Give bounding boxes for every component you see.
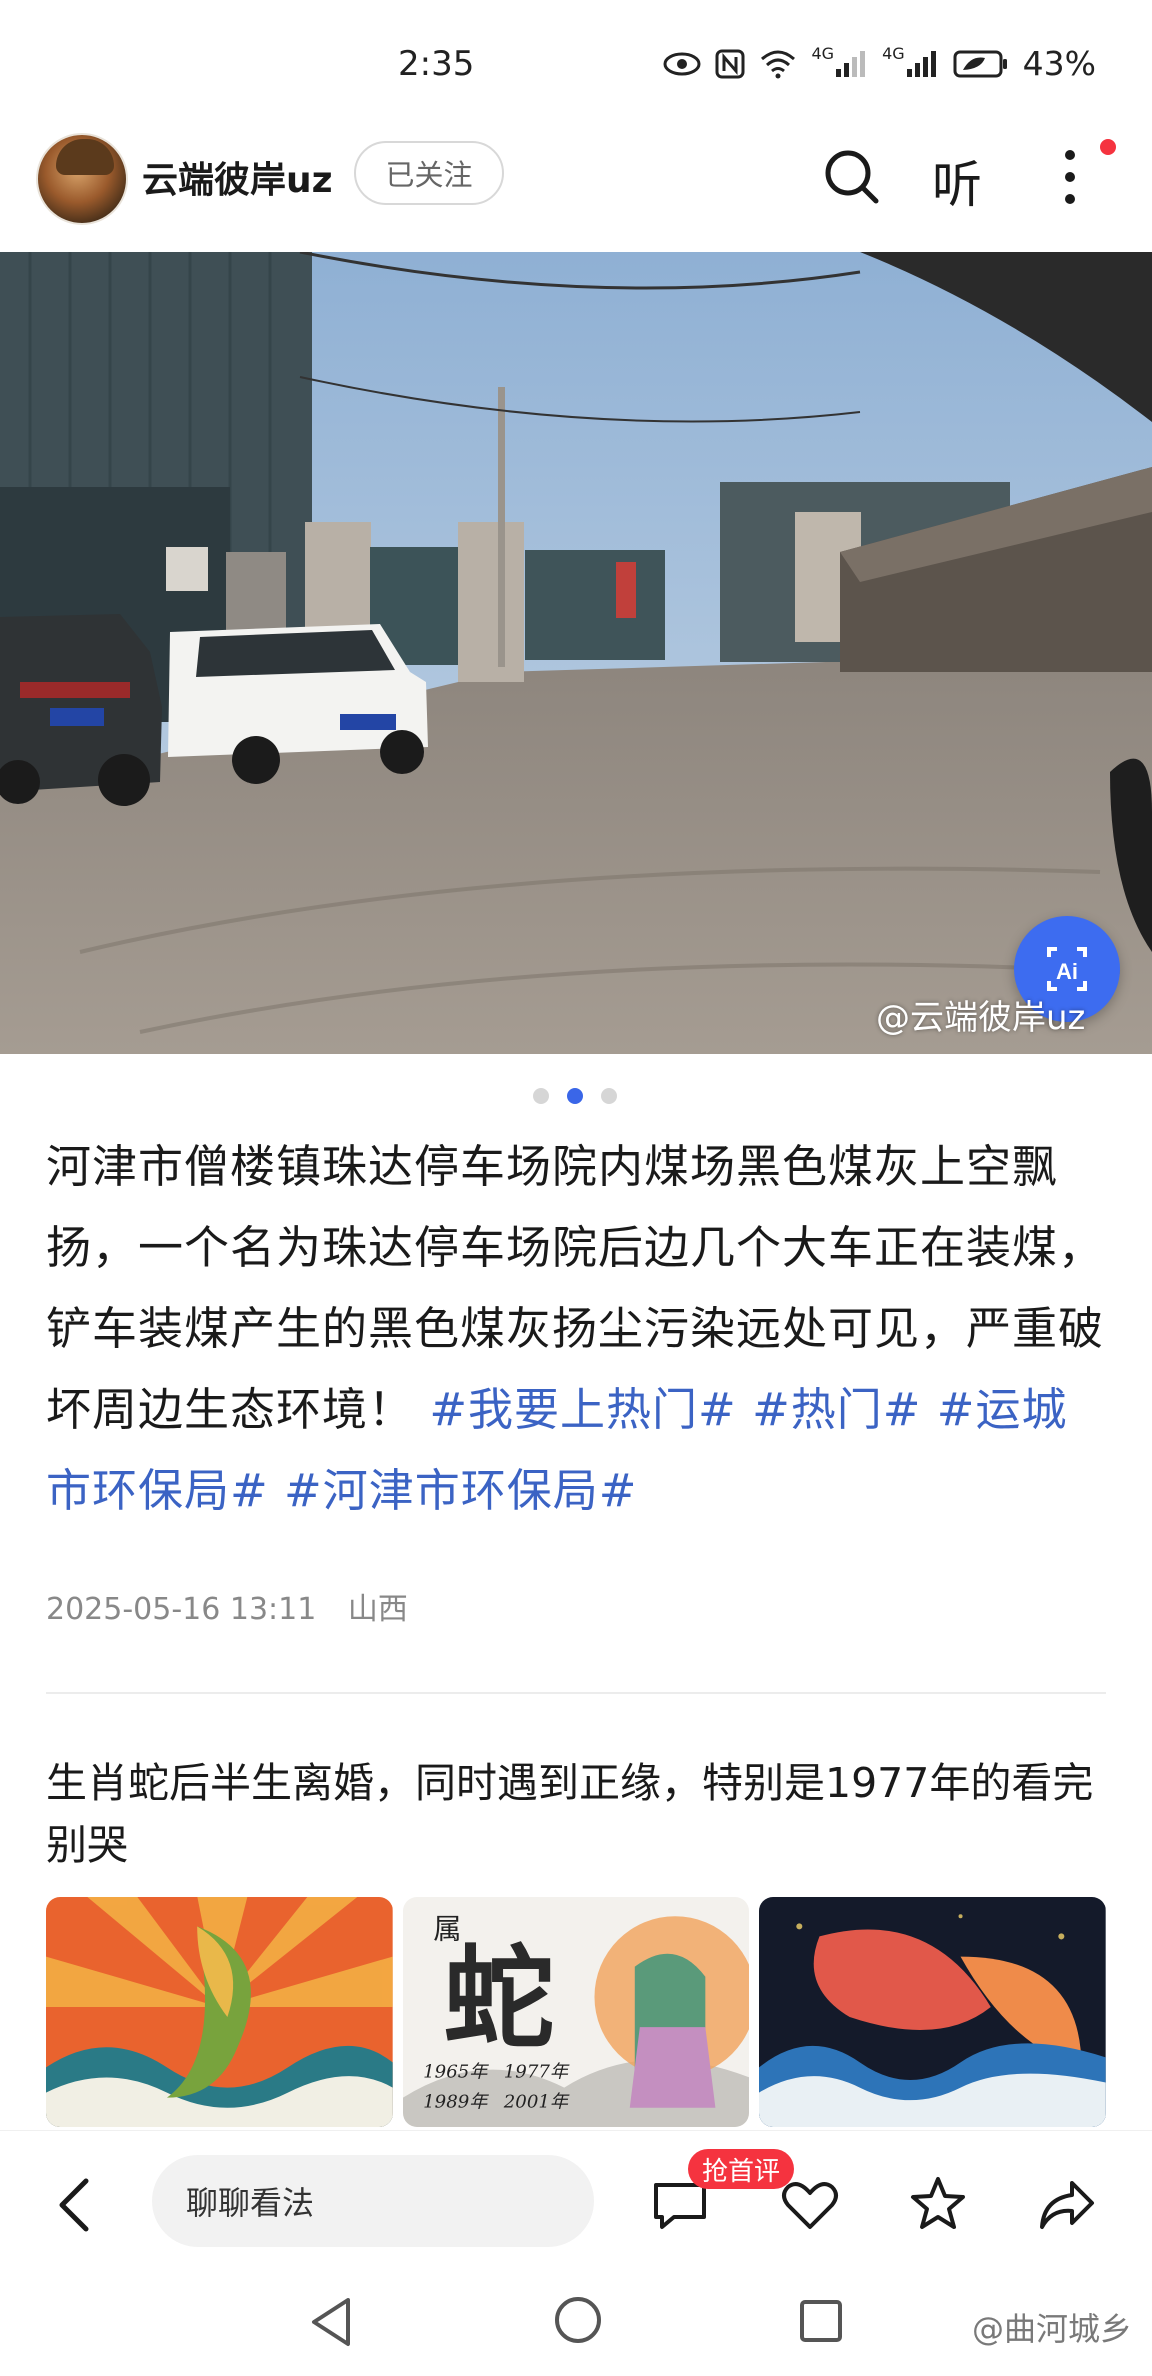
hashtag-link[interactable]: #我要上热门# xyxy=(429,1383,736,1436)
comment-input[interactable]: 聊聊看法 xyxy=(152,2155,594,2247)
nav-recent-apps-icon[interactable] xyxy=(796,2296,846,2350)
hashtag-link[interactable]: #河津市环保局# xyxy=(284,1464,637,1517)
signal-icon: 4G xyxy=(811,44,868,79)
recommended-post-title[interactable]: 生肖蛇后半生离婚，同时遇到正缘，特别是1977年的看完别哭 xyxy=(46,1752,1112,1876)
hashtag-link[interactable]: #热门# xyxy=(752,1383,921,1436)
listen-button[interactable]: 听 xyxy=(932,145,982,217)
post-header: 云端彼岸uz 已关注 听 xyxy=(0,125,1152,250)
more-icon[interactable] xyxy=(1058,147,1082,207)
rec-image-year: 1977年 xyxy=(503,2062,569,2083)
share-icon[interactable] xyxy=(1034,2173,1098,2237)
status-icons: 4G 4G 43% xyxy=(663,44,1096,83)
network-type-2: 4G xyxy=(882,44,905,63)
nav-back-icon[interactable] xyxy=(306,2292,356,2356)
rec-image-char-big: 蛇 xyxy=(443,1934,554,2064)
bottom-action-bar: 聊聊看法 抢首评 xyxy=(0,2130,1152,2270)
like-icon[interactable] xyxy=(778,2173,842,2237)
username[interactable]: 云端彼岸uz xyxy=(142,151,333,203)
divider xyxy=(46,1692,1106,1694)
source-watermark: @曲河城乡 xyxy=(971,2310,1132,2348)
rec-image-year: 1965年 xyxy=(423,2062,489,2083)
recommended-post-images[interactable]: 属 蛇 1965年 1977年 1989年 2001年 xyxy=(46,1897,1107,2127)
ai-button-label: Ai xyxy=(1056,959,1078,984)
photo-watermark: @云端彼岸uz xyxy=(876,998,1086,1038)
carousel-dot-1[interactable] xyxy=(533,1088,549,1104)
signal-icon-2: 4G xyxy=(882,44,939,79)
battery-percentage: 43% xyxy=(1022,44,1096,83)
nav-home-icon[interactable] xyxy=(550,2292,606,2352)
recommended-image-koi[interactable] xyxy=(46,1897,393,2127)
eye-icon xyxy=(663,51,701,77)
photo-scene xyxy=(0,252,1152,1054)
nfc-icon xyxy=(715,49,745,79)
post-body: 河津市僧楼镇珠达停车场院内煤场黑色煤灰上空飘扬，一个名为珠达停车场院后边几个大车… xyxy=(46,1126,1112,1531)
post-location: 山西 xyxy=(347,1592,408,1627)
system-navigation-bar: @曲河城乡 xyxy=(0,2270,1152,2376)
carousel-indicator xyxy=(533,1088,617,1104)
ai-icon: Ai xyxy=(1047,947,1087,991)
post-photo[interactable]: Ai @云端彼岸uz xyxy=(0,252,1152,1054)
avatar[interactable] xyxy=(36,133,128,225)
status-bar: 2:35 4G 4G 43% xyxy=(0,0,1152,120)
follow-button[interactable]: 已关注 xyxy=(354,141,504,205)
search-icon[interactable] xyxy=(820,145,884,209)
recommended-image-fish[interactable] xyxy=(759,1897,1107,2127)
recommended-image-snake[interactable]: 属 蛇 1965年 1977年 1989年 2001年 xyxy=(402,1897,750,2127)
back-icon[interactable] xyxy=(54,2175,94,2235)
post-meta: 2025-05-16 13:11 山西 xyxy=(46,1584,430,1628)
favorite-icon[interactable] xyxy=(906,2173,970,2237)
wifi-icon xyxy=(759,49,797,79)
status-time: 2:35 xyxy=(398,44,475,84)
rec-image-year: 2001年 xyxy=(502,2092,569,2113)
rec-image-year: 1989年 xyxy=(423,2092,489,2113)
notification-dot xyxy=(1100,139,1116,155)
network-type-1: 4G xyxy=(811,44,835,63)
battery-icon xyxy=(953,49,1009,79)
carousel-dot-3[interactable] xyxy=(601,1088,617,1104)
carousel-dot-2[interactable] xyxy=(567,1088,583,1104)
post-date: 2025-05-16 13:11 xyxy=(46,1592,317,1627)
